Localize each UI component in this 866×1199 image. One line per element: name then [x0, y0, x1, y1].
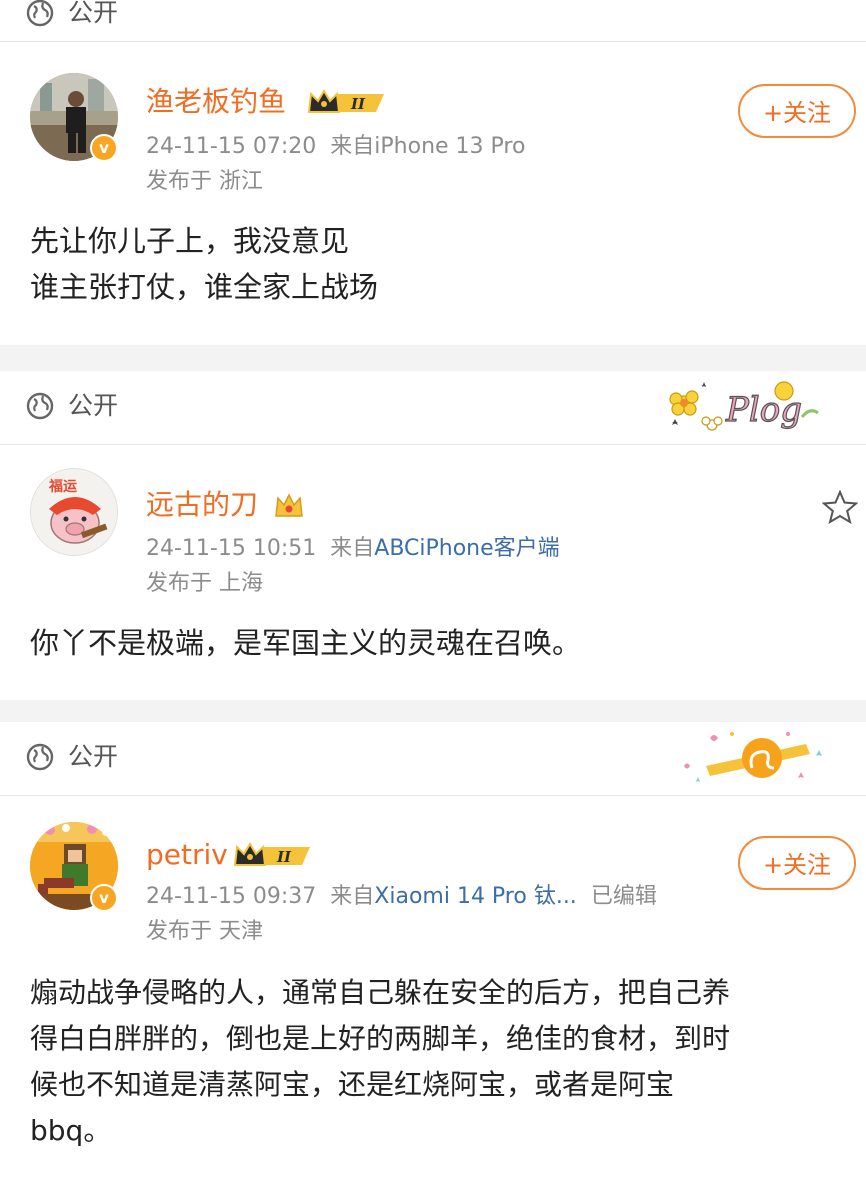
post-time: 24-11-15 07:20 [146, 134, 317, 159]
level-badge: II [350, 95, 366, 113]
globe-icon [26, 743, 54, 771]
visibility-label: 公开 [68, 0, 119, 27]
post-location: 发布于 天津 [146, 919, 263, 944]
leo-sticker-icon [684, 732, 822, 782]
post-line: 得白白胖胖的，倒也是上好的两脚羊，绝佳的食材，到时 [30, 1022, 731, 1055]
username[interactable]: 渔老板钓鱼 [146, 85, 286, 119]
plog-sticker-icon: Plog [669, 381, 819, 431]
globe-icon [26, 392, 54, 420]
post-meta: 24-11-15 09:37 来自Xiaomi 14 Pro 钛... 已编辑 [146, 883, 657, 911]
post-body: 你丫不是极端，是军国主义的灵魂在召唤。 [30, 620, 581, 666]
from-label: 来自 [330, 884, 375, 909]
divider [0, 444, 866, 445]
post-line: 先让你儿子上，我没意见 [30, 224, 350, 258]
post-meta: 24-11-15 10:51 来自ABCiPhone客户端 [146, 535, 560, 563]
username[interactable]: 远古的刀 [146, 488, 258, 522]
divider [0, 41, 866, 42]
divider [0, 795, 866, 796]
post-source[interactable]: ABCiPhone客户端 [374, 536, 559, 561]
post-body: 煽动战争侵略的人，通常自己躲在安全的后方，把自己养 得白白胖胖的，倒也是上好的两… [30, 970, 730, 1154]
avatar[interactable]: 福运 [30, 468, 118, 556]
post-location: 发布于 上海 [146, 571, 263, 596]
crown-icon: II [307, 89, 384, 113]
post-separator [0, 345, 866, 371]
visibility-label: 公开 [68, 742, 119, 771]
post-line: 候也不知道是清蒸阿宝，还是红烧阿宝，或者是阿宝 [30, 1068, 675, 1101]
from-label: 来自 [330, 134, 375, 159]
post-line: 煽动战争侵略的人，通常自己躲在安全的后方，把自己养 [30, 976, 731, 1009]
verified-badge-icon: v [90, 884, 118, 912]
star-icon[interactable] [822, 490, 858, 524]
verified-badge-icon: v [90, 134, 118, 162]
level-badge: II [276, 848, 292, 866]
post-body: 先让你儿子上，我没意见 谁主张打仗，谁全家上战场 [30, 218, 378, 310]
post-source[interactable]: Xiaomi 14 Pro 钛... [374, 884, 577, 909]
post-meta: 24-11-15 07:20 来自iPhone 13 Pro [146, 133, 525, 161]
svg-text:福运: 福运 [48, 478, 77, 495]
post-line: 谁主张打仗，谁全家上战场 [30, 270, 379, 304]
post-line: bbq。 [30, 1114, 112, 1147]
post-location: 发布于 浙江 [146, 169, 263, 194]
visibility-row: 公开 [0, 0, 866, 50]
post-time: 24-11-15 09:37 [146, 884, 317, 909]
username[interactable]: petriv [146, 838, 228, 872]
globe-icon [26, 0, 54, 27]
post-source: iPhone 13 Pro [374, 134, 526, 159]
edited-label: 已编辑 [590, 884, 657, 909]
visibility-row: 公开 [0, 722, 866, 794]
visibility-row: 公开 Plog [0, 371, 866, 443]
visibility-label: 公开 [68, 391, 119, 420]
post-separator [0, 700, 866, 722]
post-line: 你丫不是极端，是军国主义的灵魂在召唤。 [30, 626, 582, 660]
follow-button[interactable]: +关注 [738, 84, 856, 138]
crown-icon [275, 493, 303, 517]
post-time: 24-11-15 10:51 [146, 536, 317, 561]
crown-icon: II [233, 842, 310, 866]
from-label: 来自 [330, 536, 375, 561]
follow-button[interactable]: +关注 [738, 836, 856, 890]
